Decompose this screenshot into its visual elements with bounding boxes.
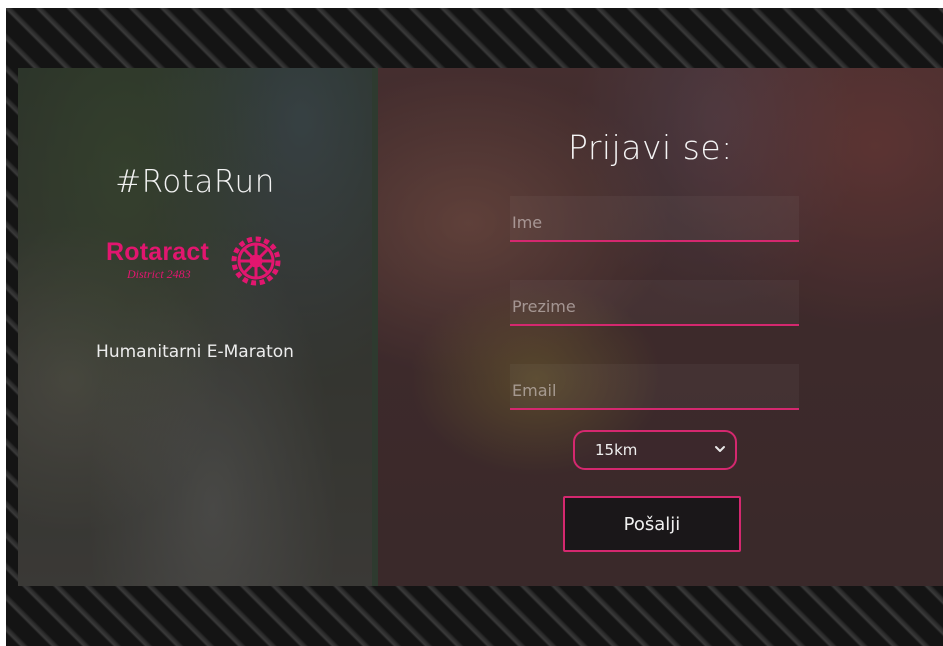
- chevron-down-icon: [715, 446, 725, 452]
- first-name-input[interactable]: [510, 196, 799, 242]
- rotaract-logo: Rotaract District 2483: [106, 234, 286, 290]
- page-background: #RotaRun Rotaract District 2483 Humanita…: [6, 8, 943, 646]
- logo-district: District 2483: [127, 267, 191, 281]
- signup-form: Prijavi se: 15km Pošalji: [378, 68, 943, 586]
- form-panel: Prijavi se: 15km Pošalji: [378, 68, 943, 586]
- branding-panel: #RotaRun Rotaract District 2483 Humanita…: [18, 68, 372, 586]
- event-subtitle: Humanitarni E-Maraton: [96, 342, 294, 362]
- logo-wordmark: Rotaract: [106, 238, 210, 266]
- submit-button[interactable]: Pošalji: [563, 496, 741, 552]
- branding-content: #RotaRun Rotaract District 2483 Humanita…: [18, 68, 372, 586]
- rotary-wheel-icon: [231, 236, 281, 286]
- distance-selected-value: 15km: [595, 441, 638, 459]
- event-hashtag: #RotaRun: [115, 164, 275, 200]
- form-title: Prijavi se:: [568, 128, 733, 167]
- signup-card: #RotaRun Rotaract District 2483 Humanita…: [18, 68, 943, 586]
- last-name-input[interactable]: [510, 280, 799, 326]
- distance-select[interactable]: 15km: [573, 430, 737, 470]
- email-input[interactable]: [510, 364, 799, 410]
